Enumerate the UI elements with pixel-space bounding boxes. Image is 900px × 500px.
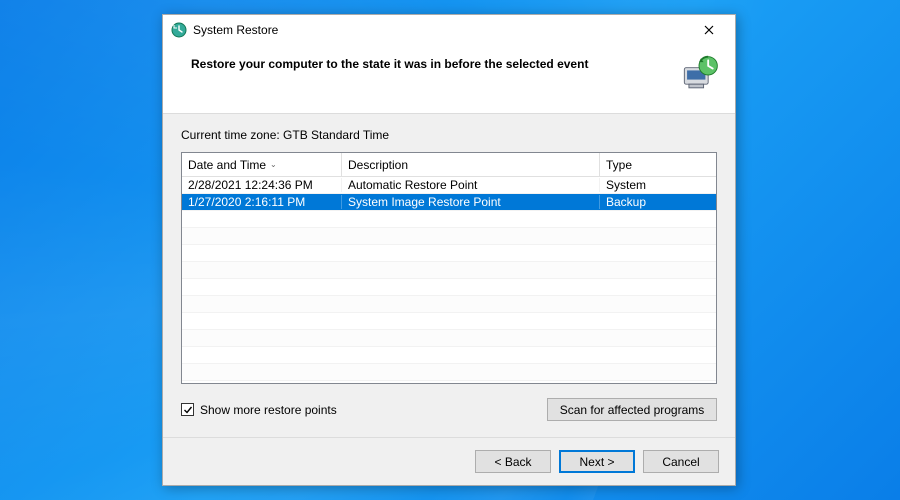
column-header-label: Date and Time bbox=[188, 158, 266, 172]
table-row-empty bbox=[182, 296, 716, 313]
wizard-footer: < Back Next > Cancel bbox=[163, 437, 735, 485]
wizard-content: Current time zone: GTB Standard Time Dat… bbox=[163, 114, 735, 437]
table-row-empty bbox=[182, 228, 716, 245]
table-footer-row: Show more restore points Scan for affect… bbox=[181, 398, 717, 421]
scan-affected-button[interactable]: Scan for affected programs bbox=[547, 398, 717, 421]
column-header-label: Description bbox=[348, 158, 408, 172]
timezone-label: Current time zone: GTB Standard Time bbox=[181, 128, 717, 142]
wizard-header: Restore your computer to the state it wa… bbox=[163, 45, 735, 114]
cell-description: System Image Restore Point bbox=[342, 195, 600, 209]
sort-caret-icon: ⌄ bbox=[270, 160, 277, 169]
cell-type: Backup bbox=[600, 195, 716, 209]
column-header-datetime[interactable]: Date and Time ⌄ bbox=[182, 153, 342, 176]
titlebar: System Restore bbox=[163, 15, 735, 45]
table-row-empty bbox=[182, 245, 716, 262]
system-restore-dialog: System Restore Restore your computer to … bbox=[162, 14, 736, 486]
column-header-description[interactable]: Description bbox=[342, 153, 600, 176]
table-row-empty bbox=[182, 211, 716, 228]
cancel-button[interactable]: Cancel bbox=[643, 450, 719, 473]
close-icon bbox=[704, 25, 714, 35]
table-row[interactable]: 1/27/2020 2:16:11 PMSystem Image Restore… bbox=[182, 194, 716, 211]
cell-datetime: 2/28/2021 12:24:36 PM bbox=[182, 178, 342, 192]
cell-datetime: 1/27/2020 2:16:11 PM bbox=[182, 195, 342, 209]
cell-type: System bbox=[600, 178, 716, 192]
cell-description: Automatic Restore Point bbox=[342, 178, 600, 192]
column-header-label: Type bbox=[606, 158, 632, 172]
table-row-empty bbox=[182, 347, 716, 364]
window-title: System Restore bbox=[193, 23, 278, 37]
next-button[interactable]: Next > bbox=[559, 450, 635, 473]
table-row-empty bbox=[182, 262, 716, 279]
close-button[interactable] bbox=[689, 18, 729, 42]
table-header: Date and Time ⌄ Description Type bbox=[182, 153, 716, 177]
table-body: 2/28/2021 12:24:36 PMAutomatic Restore P… bbox=[182, 177, 716, 383]
table-row-empty bbox=[182, 279, 716, 296]
table-row-empty bbox=[182, 364, 716, 381]
wizard-heading: Restore your computer to the state it wa… bbox=[191, 53, 667, 71]
back-button[interactable]: < Back bbox=[475, 450, 551, 473]
checkmark-icon bbox=[183, 405, 193, 415]
table-row-empty bbox=[182, 330, 716, 347]
table-row-empty bbox=[182, 313, 716, 330]
restore-points-table: Date and Time ⌄ Description Type 2/28/20… bbox=[181, 152, 717, 384]
system-restore-icon bbox=[171, 22, 187, 38]
restore-hero-icon bbox=[677, 53, 721, 97]
show-more-checkbox[interactable] bbox=[181, 403, 194, 416]
table-row[interactable]: 2/28/2021 12:24:36 PMAutomatic Restore P… bbox=[182, 177, 716, 194]
show-more-label: Show more restore points bbox=[200, 403, 337, 417]
column-header-type[interactable]: Type bbox=[600, 153, 716, 176]
